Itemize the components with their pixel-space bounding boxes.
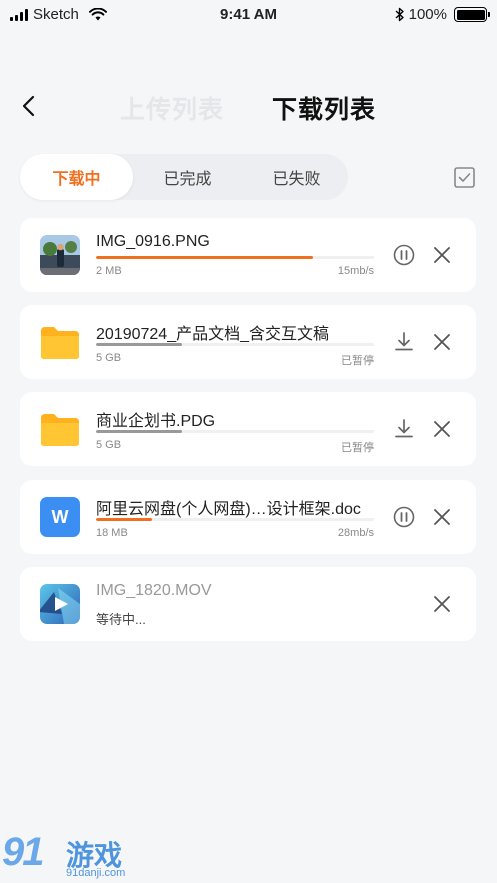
back-button[interactable] <box>14 92 42 120</box>
waiting-status: 等待中... <box>96 612 146 627</box>
status-bar-right: 100% <box>395 6 490 23</box>
close-icon[interactable] <box>432 507 452 527</box>
word-doc-letter: W <box>51 506 69 527</box>
file-name: 20190724_产品文档_含交互文稿 <box>96 326 329 343</box>
file-name: 阿里云网盘(个人网盘)…设计框架.doc <box>96 501 361 518</box>
download-item[interactable]: IMG_0916.PNG 2 MB 15mb/s <box>20 218 476 292</box>
status-bar: Sketch 9:41 AM 100% <box>0 0 497 30</box>
close-icon[interactable] <box>432 594 452 614</box>
status-segmented-control: 下载中 已完成 已失败 <box>20 154 348 200</box>
download-status: 已暂停 <box>341 355 374 367</box>
word-doc-icon: W <box>40 497 80 537</box>
download-item[interactable]: 20190724_产品文档_含交互文稿 5 GB 已暂停 <box>20 305 476 379</box>
watermark-number: 91 <box>2 830 44 874</box>
segment-completed[interactable]: 已完成 <box>133 154 242 200</box>
file-size: 5 GB <box>96 439 122 451</box>
tab-download-list[interactable]: 下载列表 <box>272 90 376 126</box>
watermark-logo: 91 游戏 91danji.com <box>0 828 140 883</box>
folder-icon <box>40 322 80 362</box>
download-icon[interactable] <box>392 417 416 441</box>
progress-fill <box>96 256 313 259</box>
progress-fill <box>96 343 183 346</box>
file-name: IMG_0916.PNG <box>96 233 210 250</box>
progress-bar <box>96 430 374 433</box>
download-item[interactable]: W 阿里云网盘(个人网盘)…设计框架.doc 18 MB 28mb/s <box>20 480 476 554</box>
progress-bar <box>96 343 374 346</box>
segment-downloading[interactable]: 下载中 <box>20 154 133 200</box>
video-thumbnail <box>40 584 80 624</box>
pause-icon[interactable] <box>392 505 416 529</box>
select-checkbox-icon[interactable] <box>454 167 475 188</box>
download-speed: 15mb/s <box>337 265 374 277</box>
download-icon[interactable] <box>392 330 416 354</box>
progress-fill <box>96 518 152 521</box>
battery-icon <box>454 7 490 22</box>
file-size: 18 MB <box>96 527 128 539</box>
watermark-url: 91danji.com <box>66 867 126 879</box>
file-name: 商业企划书.PDG <box>96 413 216 430</box>
progress-fill <box>96 430 183 433</box>
close-icon[interactable] <box>432 419 452 439</box>
photo-thumbnail <box>40 235 80 275</box>
progress-bar <box>96 256 374 259</box>
bluetooth-icon <box>395 7 404 22</box>
download-item[interactable]: 商业企划书.PDG 5 GB 已暂停 <box>20 392 476 466</box>
folder-icon <box>40 409 80 449</box>
close-icon[interactable] <box>432 332 452 352</box>
download-speed: 28mb/s <box>337 527 374 539</box>
download-status: 已暂停 <box>341 442 374 454</box>
pause-icon[interactable] <box>392 243 416 267</box>
file-name: IMG_1820.MOV <box>96 582 212 599</box>
download-item[interactable]: IMG_1820.MOV 等待中... <box>20 567 476 641</box>
close-icon[interactable] <box>432 245 452 265</box>
file-size: 5 GB <box>96 352 122 364</box>
segment-failed[interactable]: 已失败 <box>242 154 351 200</box>
tab-upload-list[interactable]: 上传列表 <box>120 90 224 126</box>
file-size: 2 MB <box>96 265 122 277</box>
progress-bar <box>96 518 374 521</box>
battery-percent: 100% <box>408 6 447 23</box>
chevron-left-icon <box>22 95 35 117</box>
